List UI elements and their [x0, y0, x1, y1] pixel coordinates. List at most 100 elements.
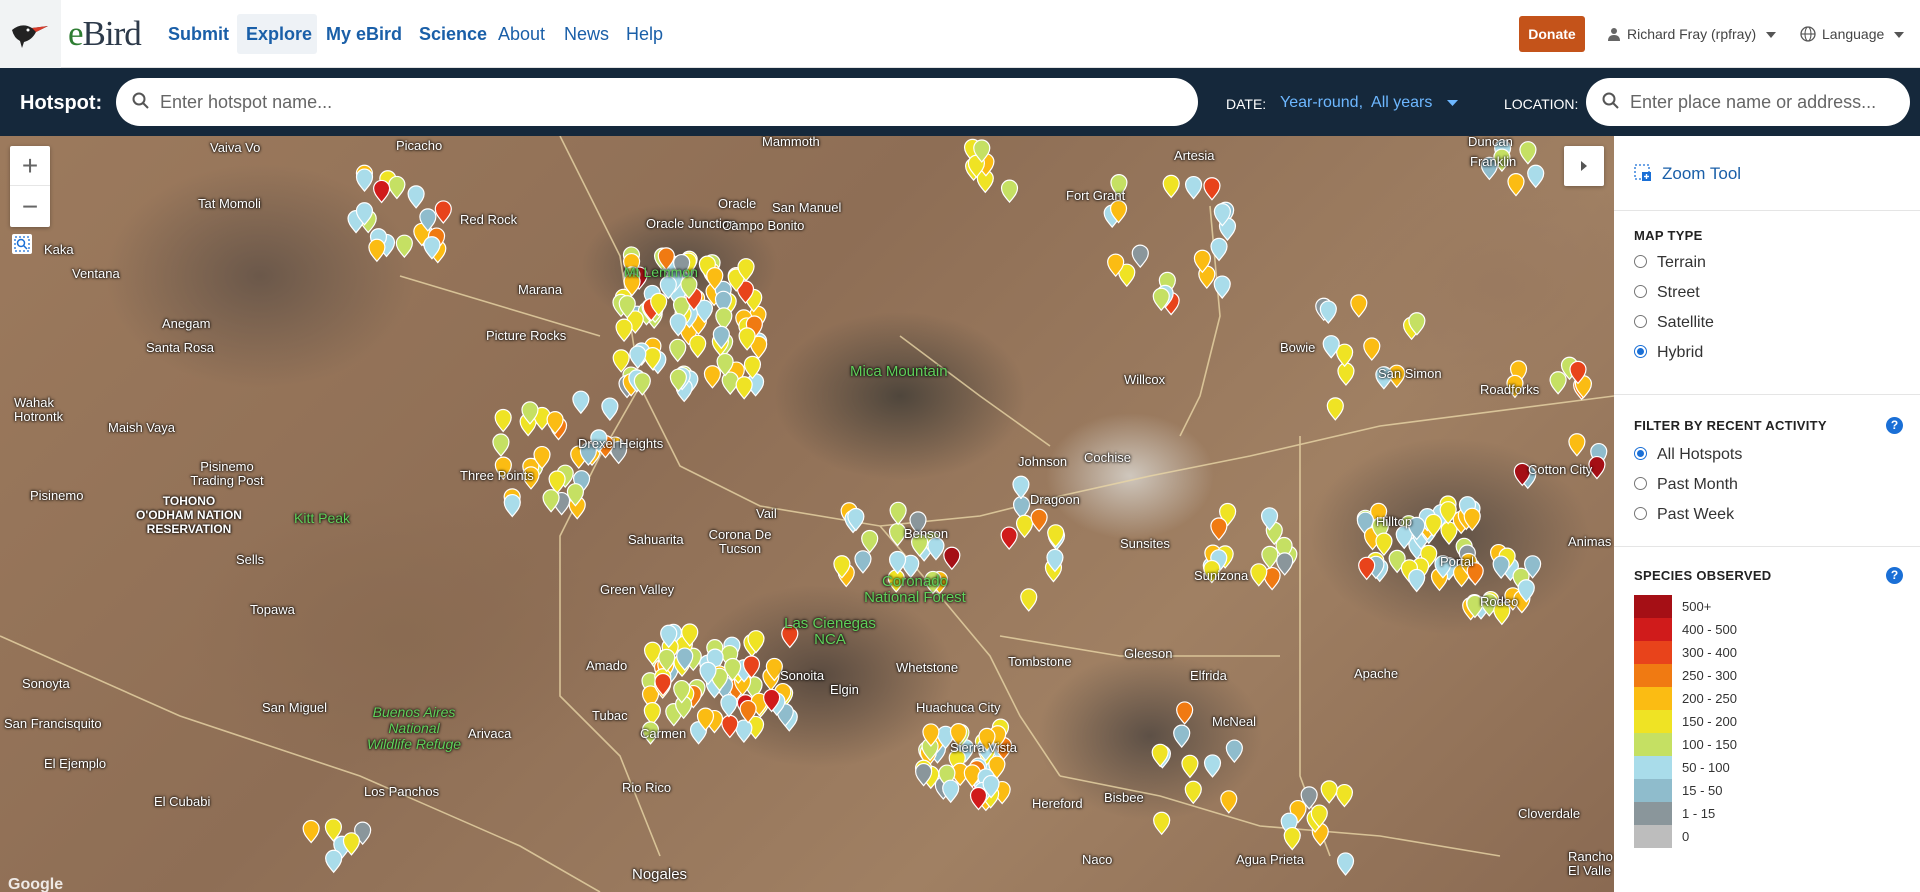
- hotspot-pin[interactable]: [888, 550, 907, 575]
- hotspot-pin[interactable]: [601, 397, 619, 421]
- hotspot-pin[interactable]: [721, 714, 739, 739]
- hotspot-pin[interactable]: [1000, 179, 1019, 204]
- zoom-tool-button[interactable]: [12, 234, 32, 254]
- hotspot-pin[interactable]: [1261, 545, 1279, 570]
- date-filter-dropdown[interactable]: Year-round, All years: [1280, 94, 1458, 112]
- hotspot-pin[interactable]: [302, 820, 320, 844]
- ebird-logo-mark[interactable]: [0, 0, 61, 68]
- hotspot-pin[interactable]: [434, 200, 452, 224]
- hotspot-pin[interactable]: [1225, 739, 1243, 764]
- zoom-in-button[interactable]: +: [10, 146, 50, 186]
- hotspot-pin[interactable]: [1335, 784, 1354, 808]
- map-type-terrain-radio[interactable]: Terrain: [1634, 254, 1706, 272]
- nav-help[interactable]: Help: [626, 24, 663, 45]
- hotspot-pin[interactable]: [669, 338, 687, 363]
- filter-past-week-radio[interactable]: Past Week: [1634, 506, 1734, 524]
- ebird-logo-text[interactable]: eBird: [68, 14, 142, 54]
- hotspot-pin[interactable]: [1162, 174, 1180, 199]
- hotspot-pin[interactable]: [395, 234, 413, 259]
- hotspot-pin[interactable]: [1176, 701, 1194, 725]
- hotspot-pin[interactable]: [1203, 177, 1221, 201]
- filter-past-month-radio[interactable]: Past Month: [1634, 476, 1738, 494]
- donate-button[interactable]: Donate: [1519, 16, 1585, 52]
- hotspot-pin[interactable]: [889, 501, 907, 526]
- collapse-panel-button[interactable]: [1564, 146, 1604, 186]
- hotspot-pin[interactable]: [1350, 294, 1368, 318]
- location-search-input[interactable]: [1630, 78, 1900, 126]
- hotspot-pin[interactable]: [1507, 173, 1525, 197]
- hotspot-pin[interactable]: [1250, 563, 1268, 587]
- hotspot-pin[interactable]: [1213, 275, 1231, 299]
- hotspot-pin[interactable]: [1375, 532, 1393, 557]
- hotspot-pin[interactable]: [1181, 754, 1199, 779]
- hotspot-pin[interactable]: [1519, 141, 1537, 165]
- map-type-street-radio[interactable]: Street: [1634, 284, 1700, 302]
- hotspot-pin[interactable]: [1203, 754, 1222, 778]
- hotspot-pin[interactable]: [1337, 362, 1355, 386]
- hotspot-pin[interactable]: [355, 168, 374, 192]
- hotspot-pin[interactable]: [325, 849, 343, 874]
- help-icon[interactable]: ?: [1886, 567, 1903, 584]
- hotspot-pin[interactable]: [1210, 517, 1228, 541]
- hotspot-pin[interactable]: [1153, 811, 1171, 836]
- map-type-hybrid-radio[interactable]: Hybrid: [1634, 344, 1703, 362]
- hotspot-search-input[interactable]: [160, 78, 1180, 126]
- hotspot-pin[interactable]: [407, 185, 425, 209]
- hotspot-pin[interactable]: [372, 179, 391, 204]
- hotspot-pin[interactable]: [492, 433, 510, 457]
- filter-all-hotspots-radio[interactable]: All Hotspots: [1634, 446, 1742, 464]
- hotspot-map[interactable]: Vaiva Vo Picacho Mammoth Artesia Tat Mom…: [0, 136, 1614, 892]
- hotspot-pin[interactable]: [494, 408, 512, 433]
- hotspot-pin[interactable]: [1527, 164, 1545, 189]
- hotspot-pin[interactable]: [1131, 244, 1149, 269]
- hotspot-pin[interactable]: [643, 702, 661, 726]
- nav-science[interactable]: Science: [419, 24, 487, 45]
- hotspot-pin[interactable]: [1000, 526, 1018, 550]
- hotspot-pin[interactable]: [1568, 433, 1586, 457]
- location-search-field[interactable]: [1586, 78, 1910, 126]
- nav-my-ebird[interactable]: My eBird: [326, 24, 402, 45]
- hotspot-pin[interactable]: [503, 494, 521, 518]
- hotspot-pin[interactable]: [720, 694, 738, 718]
- hotspot-pin[interactable]: [1283, 827, 1301, 851]
- nav-submit[interactable]: Submit: [168, 24, 229, 45]
- hotspot-pin[interactable]: [1030, 508, 1048, 533]
- help-icon[interactable]: ?: [1886, 417, 1903, 434]
- nav-explore[interactable]: Explore: [246, 24, 312, 45]
- hotspot-pin[interactable]: [1326, 397, 1344, 421]
- hotspot-pin[interactable]: [1336, 852, 1355, 876]
- hotspot-pin[interactable]: [735, 376, 753, 400]
- hotspot-pin[interactable]: [629, 345, 647, 369]
- hotspot-pin[interactable]: [1015, 514, 1034, 539]
- map-type-satellite-radio[interactable]: Satellite: [1634, 314, 1714, 332]
- hotspot-pin[interactable]: [1549, 371, 1567, 395]
- hotspot-pin[interactable]: [615, 318, 633, 343]
- nav-about[interactable]: About: [498, 24, 545, 45]
- hotspot-pin[interactable]: [942, 779, 960, 804]
- hotspot-pin[interactable]: [943, 546, 961, 571]
- hotspot-pin[interactable]: [1320, 780, 1338, 804]
- hotspot-pin[interactable]: [1173, 724, 1191, 749]
- zoom-out-button[interactable]: −: [10, 187, 50, 227]
- hotspot-pin[interactable]: [1358, 556, 1376, 581]
- hotspot-pin[interactable]: [1408, 568, 1426, 593]
- hotspot-pin[interactable]: [703, 365, 722, 389]
- language-menu[interactable]: Language: [1800, 26, 1905, 42]
- zoom-tool-link[interactable]: Zoom Tool: [1634, 164, 1741, 184]
- hotspot-search-field[interactable]: [116, 78, 1198, 126]
- hotspot-pin[interactable]: [861, 529, 879, 554]
- hotspot-pin[interactable]: [1184, 176, 1203, 200]
- hotspot-pin[interactable]: [1220, 790, 1238, 814]
- hotspot-pin[interactable]: [1184, 780, 1202, 805]
- hotspot-pin[interactable]: [1210, 237, 1228, 262]
- nav-news[interactable]: News: [564, 24, 609, 45]
- hotspot-pin[interactable]: [854, 550, 872, 574]
- user-menu[interactable]: Richard Fray (rpfray): [1607, 26, 1777, 42]
- hotspot-pin[interactable]: [1012, 475, 1030, 500]
- hotspot-pin[interactable]: [368, 238, 386, 263]
- hotspot-pin[interactable]: [689, 334, 707, 359]
- hotspot-pin[interactable]: [572, 390, 590, 415]
- hotspot-pin[interactable]: [1020, 588, 1038, 612]
- hotspot-pin[interactable]: [1336, 343, 1354, 368]
- hotspot-pin[interactable]: [1363, 337, 1381, 361]
